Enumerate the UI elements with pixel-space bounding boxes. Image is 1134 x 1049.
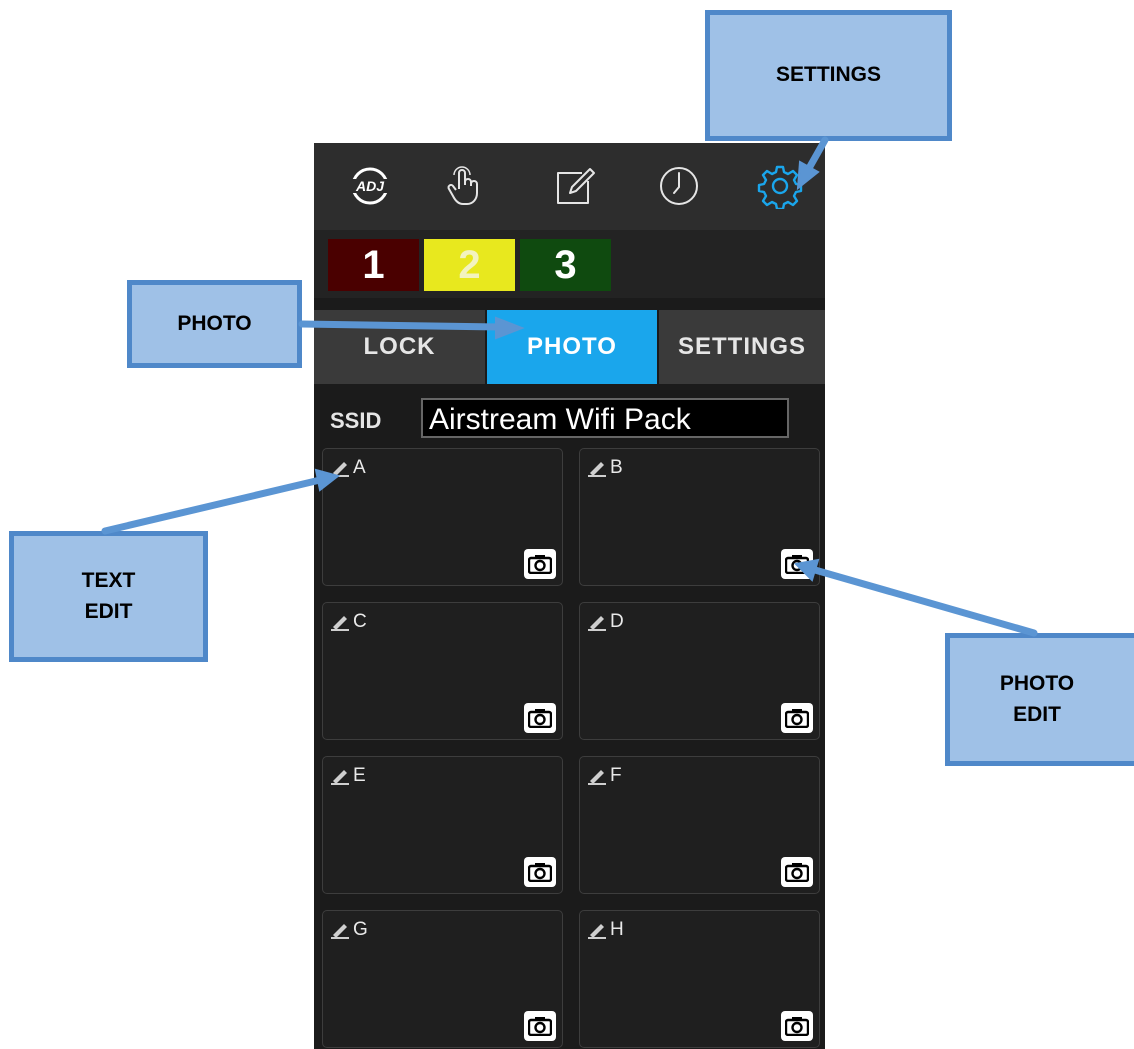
callout-text-edit: TEXT EDIT [9,531,208,662]
preset-bar: 1 2 3 [314,230,825,298]
camera-icon[interactable] [524,1011,556,1041]
text-edit-button[interactable]: B [588,457,623,479]
tile-label: B [610,457,623,478]
photo-tile-a[interactable]: A [322,448,563,586]
pencil-icon [588,462,606,477]
pencil-icon [331,462,349,477]
preset-1-button[interactable]: 1 [328,239,419,291]
text-edit-button[interactable]: D [588,611,624,633]
tile-label: C [353,611,367,632]
camera-icon[interactable] [524,703,556,733]
tile-label: A [353,457,366,478]
pencil-icon [331,924,349,939]
text-edit-button[interactable]: C [331,611,367,633]
photo-tile-h[interactable]: H [579,910,820,1048]
tab-bar: LOCK PHOTO SETTINGS [314,310,825,384]
preset-2-button[interactable]: 2 [424,239,515,291]
camera-icon[interactable] [781,857,813,887]
photo-tile-e[interactable]: E [322,756,563,894]
adj-logo-icon[interactable]: ADJ [347,163,393,209]
clock-icon[interactable] [656,163,702,209]
callout-photo-edit: PHOTO EDIT [945,633,1134,766]
photo-tile-f[interactable]: F [579,756,820,894]
arrow-photo-edit [811,566,1038,637]
photo-tile-d[interactable]: D [579,602,820,740]
tile-label: H [610,919,624,940]
tab-photo[interactable]: PHOTO [487,310,657,384]
ssid-row: SSID Airstream Wifi Pack [314,398,825,442]
pencil-icon [588,924,606,939]
tile-label: F [610,765,622,786]
settings-gear-icon[interactable] [757,163,803,209]
camera-icon[interactable] [781,549,813,579]
touch-hand-icon[interactable] [442,163,488,209]
photo-tile-g[interactable]: G [322,910,563,1048]
tile-label: E [353,765,366,786]
photo-tile-b[interactable]: B [579,448,820,586]
pencil-icon [588,616,606,631]
pencil-icon [331,770,349,785]
ssid-label: SSID [330,408,382,433]
camera-icon[interactable] [781,1011,813,1041]
phone-screen: ADJ 1 2 3 LOCK PHOTO SETTINGS SSID Airst… [314,143,825,1049]
text-edit-button[interactable]: F [588,765,622,787]
tab-settings[interactable]: SETTINGS [659,310,825,384]
tab-lock[interactable]: LOCK [314,310,485,384]
text-edit-button[interactable]: A [331,457,366,479]
camera-icon[interactable] [781,703,813,733]
camera-icon[interactable] [524,857,556,887]
preset-3-button[interactable]: 3 [520,239,611,291]
top-toolbar: ADJ [314,143,825,230]
edit-note-icon[interactable] [552,163,598,209]
pencil-icon [588,770,606,785]
photo-tile-c[interactable]: C [322,602,563,740]
arrow-text-edit [101,476,324,535]
callout-photo: PHOTO [127,280,302,368]
tile-label: D [610,611,624,632]
tile-label: G [353,919,368,940]
text-edit-button[interactable]: E [331,765,366,787]
pencil-icon [331,616,349,631]
text-edit-button[interactable]: G [331,919,368,941]
camera-icon[interactable] [524,549,556,579]
text-edit-button[interactable]: H [588,919,624,941]
callout-settings: SETTINGS [705,10,952,141]
svg-text:ADJ: ADJ [355,178,385,194]
ssid-field[interactable]: Airstream Wifi Pack [421,398,789,438]
